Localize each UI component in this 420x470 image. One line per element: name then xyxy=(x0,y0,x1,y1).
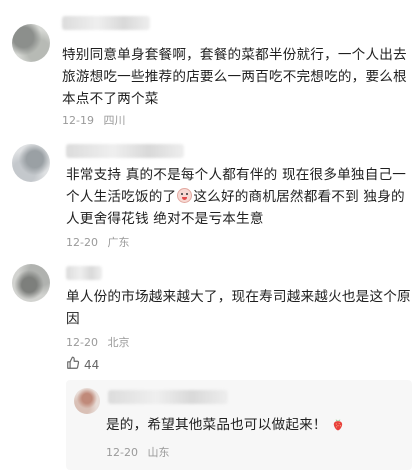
reply-location: 山东 xyxy=(147,446,170,459)
strawberry-icon xyxy=(331,416,345,438)
face-emoji-icon xyxy=(177,188,193,203)
comment-location: 北京 xyxy=(107,336,130,349)
comment-text: 单人份的市场越来越大了，现在寿司越来越火也是这个原因 xyxy=(66,289,411,327)
thumbs-up-icon xyxy=(66,356,80,374)
avatar[interactable] xyxy=(12,24,50,62)
comment-date: 12-20 xyxy=(66,236,98,249)
username-blurred[interactable] xyxy=(66,144,184,158)
reply-thread: 是的，希望其他菜品也可以做起来！ 12-20 山东 xyxy=(66,380,412,470)
like-count: 44 xyxy=(84,358,100,372)
reply-text-content: 是的，希望其他菜品也可以做起来！ xyxy=(106,417,327,433)
comment-date: 12-20 xyxy=(66,336,98,349)
comment-date: 12-19 xyxy=(62,114,94,127)
comment-location: 广东 xyxy=(107,236,130,249)
comment-meta: 12-20 北京 xyxy=(66,334,135,350)
like-button[interactable]: 44 xyxy=(66,356,99,374)
comment-text: 特别同意单身套餐啊，套餐的菜都半份就行，一个人出去旅游想吃一些推荐的店要么一两百… xyxy=(62,47,407,107)
username-blurred[interactable] xyxy=(108,390,228,404)
reply-text: 是的，希望其他菜品也可以做起来！ xyxy=(106,414,406,438)
avatar[interactable] xyxy=(74,388,100,414)
avatar[interactable] xyxy=(12,264,50,302)
comment-meta: 12-19 四川 xyxy=(62,112,131,128)
comment-text: 非常支持 真的不是每个人都有伴的 现在很多单独自己一个人生活吃饭的了 这么好的商机… xyxy=(66,164,412,230)
comment-meta: 12-20 广东 xyxy=(66,234,135,250)
username-blurred[interactable] xyxy=(62,16,150,30)
reply-date: 12-20 xyxy=(106,446,138,459)
avatar[interactable] xyxy=(12,144,50,182)
username-blurred[interactable] xyxy=(66,266,102,280)
reply-meta: 12-20 山东 xyxy=(106,444,175,460)
comment-location: 四川 xyxy=(103,114,126,127)
